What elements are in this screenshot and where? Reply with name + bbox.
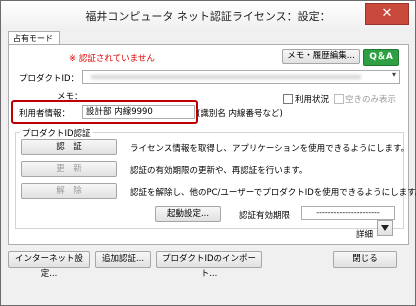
update-description: 認証の有効期限の更新や、再認証を行います。 — [130, 166, 308, 176]
release-description: 認証を解除し、他のPC/ユーザーでプロダクトIDを使用できるようにします。 — [130, 188, 416, 198]
authenticate-description: ライセンス情報を取得し、アプリケーションを使用できるようにします。 — [130, 144, 410, 154]
title-bar[interactable]: 福井コンピュータ ネット認証ライセンス：設定： ✕ — [1, 1, 415, 29]
group-title: プロダクトID認証 — [20, 127, 93, 139]
product-id-combobox[interactable]: ▾ — [82, 70, 400, 84]
internet-settings-button[interactable]: インターネット設定... — [8, 251, 90, 279]
window-close-button[interactable]: ✕ — [365, 3, 409, 25]
details-toggle-button[interactable] — [377, 220, 393, 236]
qa-button[interactable]: Q＆A — [363, 49, 399, 66]
expiry-value: ---------------------- — [301, 206, 395, 220]
details-label: 詳細 — [356, 230, 374, 240]
product-id-label: プロダクトID： — [19, 74, 80, 84]
usage-status-checkbox[interactable] — [283, 94, 293, 104]
activation-settings-button[interactable]: 起動設定... — [155, 206, 221, 222]
memo-history-edit-button[interactable]: メモ・履歴編集... — [282, 49, 360, 64]
tab-panel: ※ 認証されていません メモ・履歴編集... Q＆A プロダクトID： ▾ メモ… — [8, 44, 416, 245]
add-auth-button[interactable]: 追加認証... — [95, 251, 151, 268]
auth-status-message: ※ 認証されていません — [69, 54, 155, 64]
chevron-down-icon[interactable]: ▾ — [392, 70, 396, 79]
import-product-id-button[interactable]: プロダクトIDのインポート... — [156, 251, 262, 279]
expiry-label: 認証有効期限 — [239, 211, 291, 221]
release-button[interactable]: 解 除 — [21, 183, 117, 199]
settings-window: 福井コンピュータ ネット認証ライセンス：設定： ✕ 占有モード ※ 認証されてい… — [0, 0, 416, 306]
triangle-down-icon — [381, 225, 389, 231]
available-only-checkbox[interactable] — [334, 94, 344, 104]
close-button[interactable]: 閉じる — [333, 251, 397, 268]
product-id-value-redacted — [91, 75, 361, 79]
update-button[interactable]: 更 新 — [21, 161, 117, 177]
user-info-hint: (識別名 内線番号など) — [197, 109, 283, 119]
window-title: 福井コンピュータ ネット認証ライセンス：設定： — [85, 10, 331, 23]
available-only-label: 空きのみ表示 — [345, 95, 397, 105]
tab-occupy-mode[interactable]: 占有モード — [8, 31, 60, 45]
usage-status-label: 利用状況 — [295, 95, 330, 105]
red-highlight-frame — [11, 100, 198, 124]
authenticate-button[interactable]: 認 証 — [21, 139, 117, 155]
